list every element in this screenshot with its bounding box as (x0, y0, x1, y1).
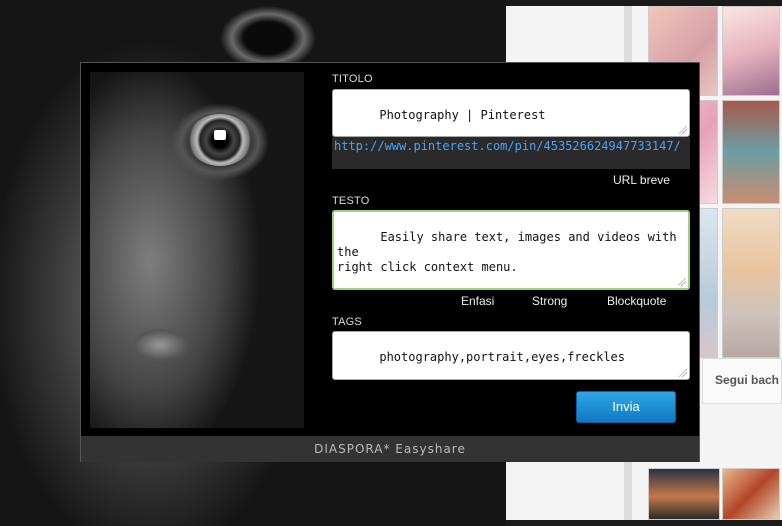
url-field[interactable]: http://www.pinterest.com/pin/45352662494… (332, 137, 690, 169)
popup-footer: DIASPORA* Easyshare (81, 436, 699, 462)
tags-input[interactable]: photography,portrait,eyes,freckles (332, 331, 690, 380)
easyshare-popup: TITOLO Photography | Pinterest http://ww… (80, 62, 700, 462)
lips-detail (130, 328, 190, 362)
blockquote-link[interactable]: Blockquote (607, 294, 666, 308)
title-input-value: Photography | Pinterest (379, 108, 546, 122)
resize-grip-icon[interactable] (679, 126, 687, 134)
shared-image-preview (90, 72, 304, 428)
tags-input-value: photography,portrait,eyes,freckles (379, 350, 625, 364)
strong-link[interactable]: Strong (532, 294, 567, 308)
pin-thumbnail[interactable] (722, 100, 780, 204)
text-label: TESTO (332, 195, 370, 207)
title-label: TITOLO (332, 73, 373, 85)
follow-button[interactable]: Segui bach (702, 358, 782, 404)
text-input[interactable]: Easily share text, images and videos wit… (332, 210, 690, 290)
resize-grip-icon[interactable] (678, 278, 686, 286)
submit-button[interactable]: Invia (576, 391, 676, 423)
pin-thumbnail[interactable] (722, 468, 780, 520)
eye-detail (188, 114, 252, 166)
title-input[interactable]: Photography | Pinterest (332, 89, 690, 137)
short-url-link[interactable]: URL breve (613, 173, 670, 187)
pin-thumbnail[interactable] (648, 468, 720, 520)
text-input-value: Easily share text, images and videos wit… (337, 230, 677, 274)
pin-thumbnail[interactable] (722, 6, 780, 96)
pin-thumbnail[interactable] (722, 208, 780, 358)
resize-grip-icon[interactable] (679, 369, 687, 377)
tags-label: TAGS (332, 316, 362, 328)
emphasis-link[interactable]: Enfasi (461, 294, 494, 308)
